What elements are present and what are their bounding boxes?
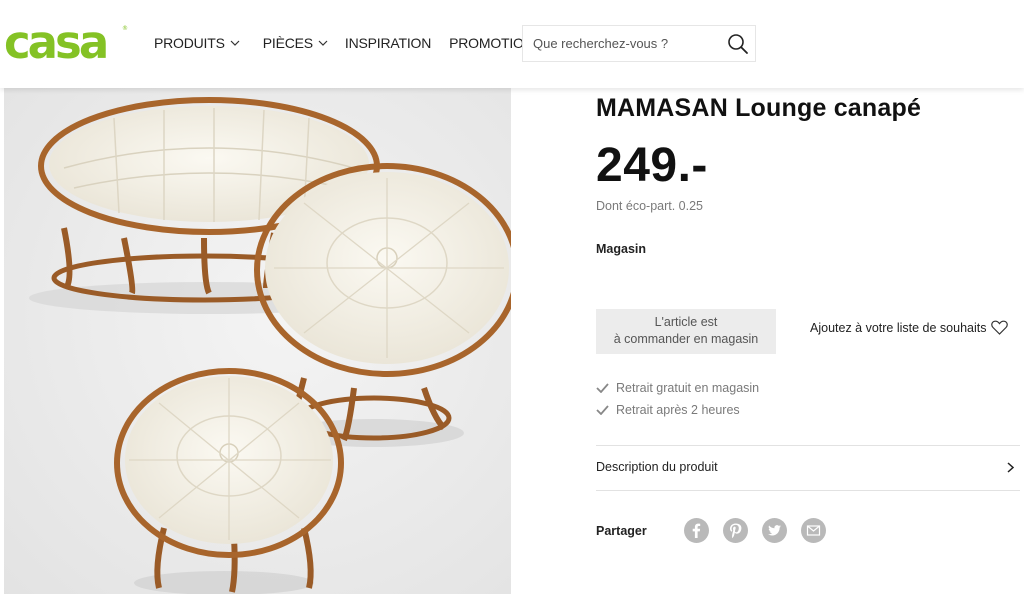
divider bbox=[596, 490, 1020, 491]
benefit-label: Retrait gratuit en magasin bbox=[616, 381, 760, 395]
availability-line-1: L'article est bbox=[654, 315, 718, 329]
wishlist-label: Ajoutez à votre liste de souhaits bbox=[810, 320, 987, 335]
chevron-right-icon bbox=[1007, 462, 1014, 473]
nav-produits-label: PRODUITS bbox=[154, 35, 225, 51]
eco-participation: Dont éco-part. 0.25 bbox=[596, 199, 704, 213]
benefit-item: Retrait après 2 heures bbox=[596, 403, 740, 417]
casa-logo[interactable]: casa ® bbox=[4, 18, 128, 66]
twitter-icon[interactable] bbox=[762, 518, 787, 543]
search-icon[interactable] bbox=[727, 33, 749, 55]
check-icon bbox=[596, 405, 609, 415]
search-input[interactable] bbox=[533, 26, 723, 61]
share-label: Partager bbox=[596, 524, 647, 538]
search-box bbox=[522, 25, 756, 62]
chevron-down-icon bbox=[318, 40, 328, 46]
nav-inspiration[interactable]: INSPIRATION bbox=[345, 33, 431, 53]
product-price: 249.- bbox=[596, 139, 708, 192]
mail-icon[interactable] bbox=[801, 518, 826, 543]
product-description-label: Description du produit bbox=[596, 460, 718, 474]
chevron-down-icon bbox=[230, 40, 240, 46]
nav-pieces[interactable]: PIÈCES bbox=[263, 33, 328, 53]
availability-line-2: à commander en magasin bbox=[613, 332, 759, 346]
nav-pieces-label: PIÈCES bbox=[262, 35, 313, 51]
svg-text:®: ® bbox=[122, 25, 128, 32]
benefit-item: Retrait gratuit en magasin bbox=[596, 381, 759, 395]
facebook-icon[interactable] bbox=[684, 518, 709, 543]
product-photo bbox=[4, 88, 511, 594]
heart-icon bbox=[990, 320, 1008, 335]
product-description-toggle[interactable]: Description du produit bbox=[596, 446, 1020, 490]
main-nav: PRODUITS PIÈCES INSPIRATION PROMOTIONS bbox=[154, 33, 543, 53]
nav-inspiration-label: INSPIRATION bbox=[344, 35, 432, 51]
wishlist-button[interactable]: Ajoutez à votre liste de souhaits bbox=[810, 320, 1008, 335]
product-title: MAMASAN Lounge canapé bbox=[596, 94, 922, 122]
availability-box: L'article est à commander en magasin bbox=[596, 309, 776, 354]
product-image[interactable] bbox=[4, 88, 511, 594]
check-icon bbox=[596, 383, 609, 393]
site-header: casa ® PRODUITS PIÈCES INSPIRATION PROMO… bbox=[0, 0, 1024, 88]
product-info: MAMASAN Lounge canapé 249.- Dont éco-par… bbox=[596, 88, 1024, 594]
store-label: Magasin bbox=[596, 242, 647, 256]
svg-text:casa: casa bbox=[4, 18, 106, 66]
pinterest-icon[interactable] bbox=[723, 518, 748, 543]
nav-produits[interactable]: PRODUITS bbox=[154, 33, 240, 53]
benefit-label: Retrait après 2 heures bbox=[616, 403, 740, 417]
